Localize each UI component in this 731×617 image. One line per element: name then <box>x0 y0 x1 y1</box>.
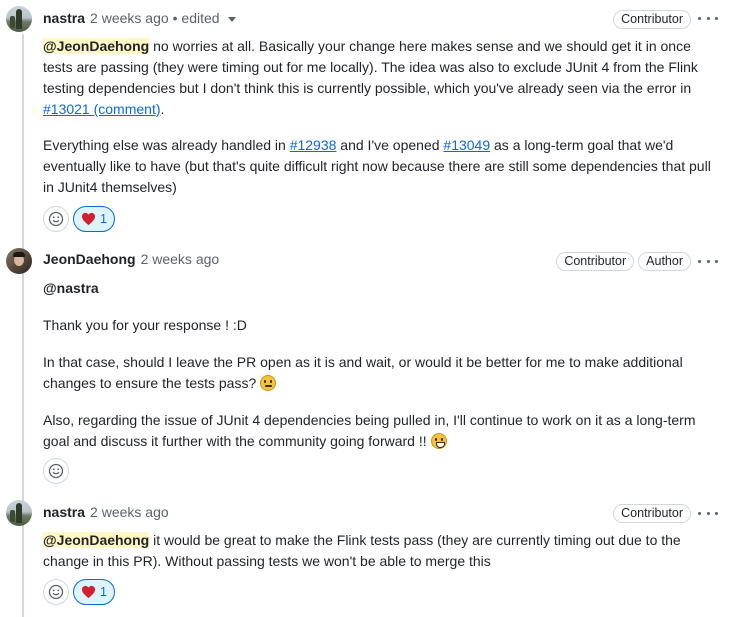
contributor-badge: Contributor <box>613 504 691 523</box>
author-name[interactable]: nastra <box>43 10 85 26</box>
badges: Contributor <box>613 10 691 29</box>
timestamp[interactable]: 2 weeks ago <box>90 504 169 520</box>
add-reaction-button[interactable] <box>43 206 69 232</box>
heart-icon <box>81 585 96 599</box>
paragraph: In that case, should I leave the PR open… <box>43 354 683 391</box>
comment-body: @JeonDaehong it would be great to make t… <box>43 530 723 572</box>
paragraph: Thank you for your response ! :D <box>43 317 247 333</box>
avatar[interactable] <box>6 248 32 274</box>
timeline-line <box>22 34 24 617</box>
heart-reaction-button[interactable]: 1 <box>73 579 115 605</box>
smiley-icon <box>48 211 64 227</box>
user-mention[interactable]: @nastra <box>43 280 99 296</box>
badges: Contributor <box>613 504 691 523</box>
comment-header: nastra 2 weeks ago <box>43 502 169 522</box>
kebab-horizontal-icon[interactable] <box>698 253 718 269</box>
kebab-horizontal-icon[interactable] <box>698 505 718 521</box>
add-reaction-button[interactable] <box>43 579 69 605</box>
smiley-icon <box>48 463 64 479</box>
smiley-icon <box>48 584 64 600</box>
contributor-badge: Contributor <box>613 10 691 29</box>
timestamp[interactable]: 2 weeks ago <box>141 251 220 267</box>
heart-icon <box>81 212 96 226</box>
paragraph: @JeonDaehong no worries at all. Basicall… <box>43 38 698 117</box>
avatar[interactable] <box>6 500 32 526</box>
heart-reaction-button[interactable]: 1 <box>73 206 115 232</box>
author-badge: Author <box>638 252 691 271</box>
paragraph: @JeonDaehong it would be great to make t… <box>43 532 681 569</box>
badges: Contributor Author <box>556 252 691 271</box>
user-mention[interactable]: @JeonDaehong <box>43 38 150 54</box>
chevron-down-icon <box>227 16 236 22</box>
reactions: 1 <box>43 206 115 232</box>
paragraph: Also, regarding the issue of JUnit 4 dep… <box>43 412 696 449</box>
reaction-count: 1 <box>100 212 107 226</box>
reaction-count: 1 <box>100 585 107 599</box>
comment-header: nastra 2 weeks ago • edited <box>43 8 236 28</box>
comment-body: @JeonDaehong no worries at all. Basicall… <box>43 36 723 198</box>
comment-body: @nastra Thank you for your response ! :D… <box>43 278 723 452</box>
author-name[interactable]: nastra <box>43 504 85 520</box>
reactions: 1 <box>43 579 115 605</box>
edited-label: • edited <box>172 10 220 26</box>
thinking-face-icon <box>260 375 277 391</box>
comment-header: JeonDaehong 2 weeks ago <box>43 249 219 269</box>
issue-link[interactable]: #12938 <box>290 137 337 153</box>
kebab-horizontal-icon[interactable] <box>698 10 718 26</box>
contributor-badge: Contributor <box>556 252 635 271</box>
avatar[interactable] <box>6 6 32 32</box>
author-name[interactable]: JeonDaehong <box>43 251 136 267</box>
paragraph: Everything else was already handled in #… <box>43 137 711 195</box>
grinning-face-icon <box>430 433 447 449</box>
add-reaction-button[interactable] <box>43 458 69 484</box>
paragraph: @nastra <box>43 278 723 299</box>
timestamp[interactable]: 2 weeks ago <box>90 10 169 26</box>
user-mention[interactable]: @JeonDaehong <box>43 532 150 548</box>
issue-link[interactable]: #13021 (comment) <box>43 101 161 117</box>
edited-dropdown[interactable]: • edited <box>173 10 236 26</box>
issue-link[interactable]: #13049 <box>443 137 490 153</box>
reactions <box>43 458 69 484</box>
